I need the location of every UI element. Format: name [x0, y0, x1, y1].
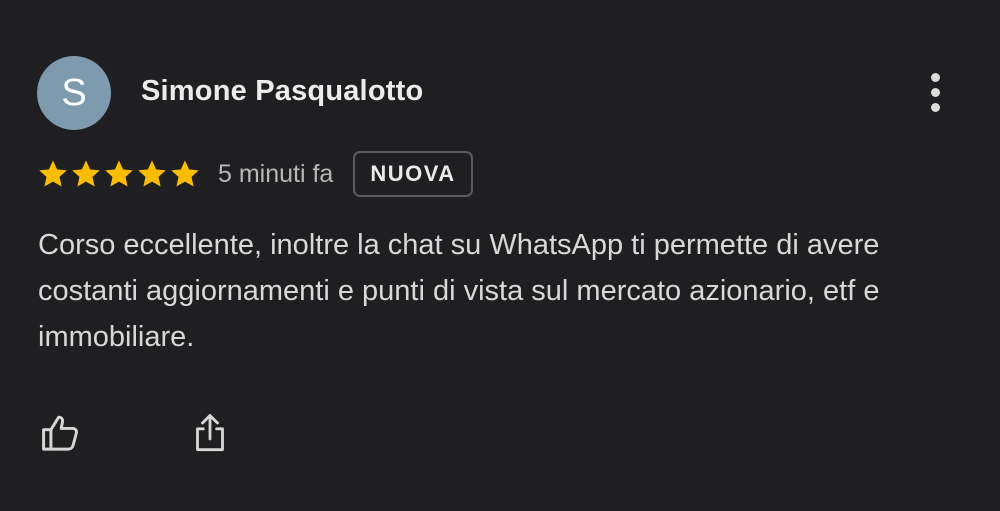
author-name[interactable]: Simone Pasqualotto — [141, 75, 423, 108]
star-icon — [105, 160, 133, 187]
review-time: 5 minuti fa — [218, 159, 334, 188]
star-rating — [37, 158, 201, 190]
like-button[interactable] — [35, 406, 87, 460]
more-vert-icon-dot — [930, 87, 940, 97]
star-icon — [72, 160, 100, 187]
review-meta: 5 minuti fa NUOVA — [37, 149, 473, 199]
more-options-button[interactable] — [918, 70, 952, 114]
star-icon — [39, 160, 67, 187]
avatar-initial: S — [61, 71, 87, 114]
thumb-up-icon — [42, 415, 78, 451]
star-icon — [138, 160, 166, 187]
share-icon — [196, 414, 224, 452]
star-icon — [171, 160, 199, 187]
more-vert-icon-dot — [930, 102, 940, 112]
new-badge: NUOVA — [353, 151, 473, 197]
review-text: Corso eccellente, inoltre la chat su Wha… — [38, 229, 880, 353]
more-vert-icon — [930, 72, 940, 82]
review-card: S Simone Pasqualotto 5 minuti fa NUOVA C… — [0, 0, 1000, 511]
avatar[interactable]: S — [37, 56, 111, 130]
share-button[interactable] — [184, 406, 236, 460]
